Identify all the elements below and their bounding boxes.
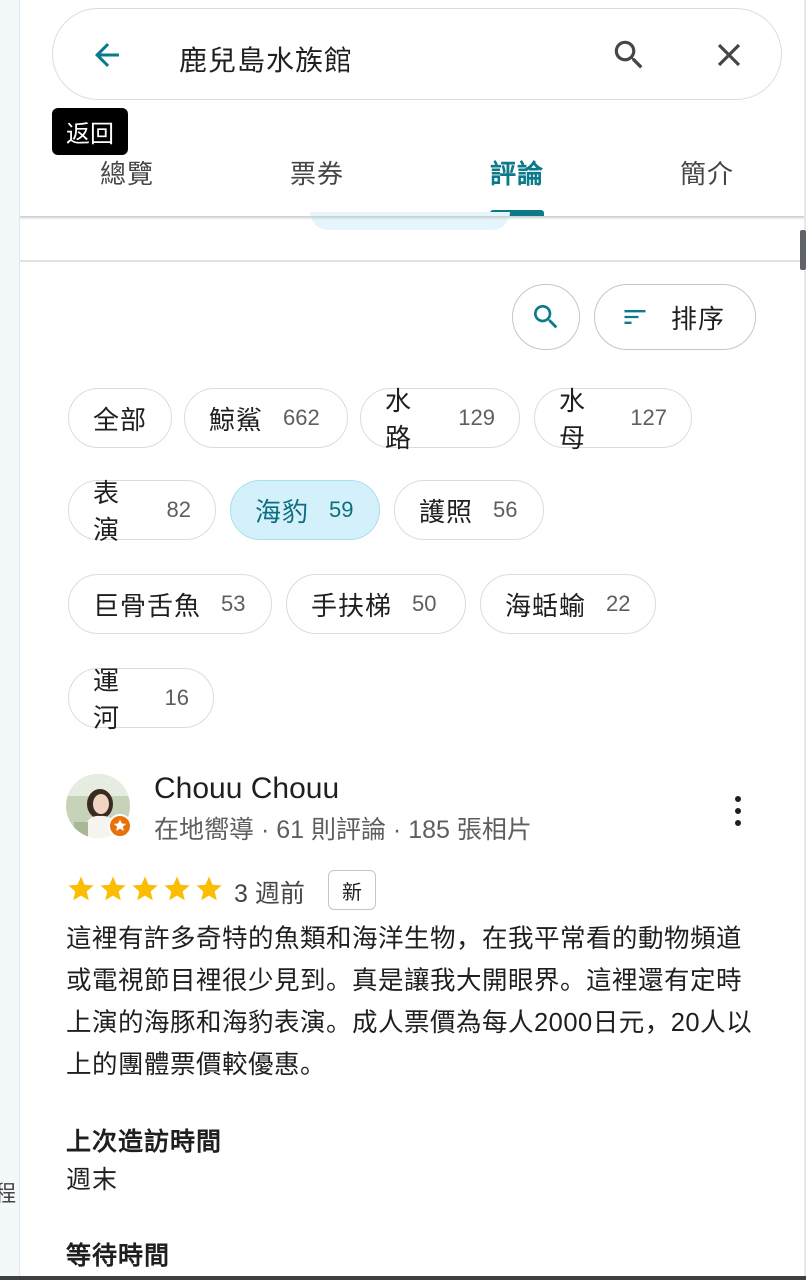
place-tabs: 總覽 票券 評論 簡介	[20, 140, 804, 218]
search-icon	[534, 305, 558, 329]
last-visit-heading: 上次造訪時間	[66, 1128, 223, 1156]
chip-label: 手扶梯	[311, 590, 393, 621]
more-vert-dot	[735, 820, 741, 826]
search-button[interactable]	[609, 35, 649, 75]
new-badge: 新	[328, 870, 376, 910]
chip-jellyfish[interactable]: 水母 127	[534, 386, 692, 453]
tab-reviews[interactable]: 評論	[490, 154, 544, 191]
wait-time-heading: 等待時間	[66, 1242, 171, 1270]
chip-shows[interactable]: 表演 82	[68, 478, 216, 545]
search-bar: 鹿兒島水族館	[52, 8, 782, 100]
section-divider	[20, 260, 804, 262]
chip-passport[interactable]: 護照 56	[394, 480, 544, 540]
chip-all[interactable]: 全部	[68, 388, 172, 448]
last-visit-value: 週末	[66, 1166, 119, 1194]
tabs-shadow	[20, 216, 804, 220]
more-vert-dot	[735, 808, 741, 814]
chip-canal[interactable]: 運河 16	[68, 666, 214, 733]
chip-count: 59	[329, 497, 354, 522]
star-icon	[164, 876, 190, 901]
tab-overview[interactable]: 總覽	[100, 154, 154, 191]
review-more-options-button[interactable]	[726, 794, 750, 828]
chip-count: 22	[606, 591, 631, 616]
chip-arapaima[interactable]: 巨骨舌魚 53	[68, 574, 272, 634]
chip-count: 53	[221, 591, 246, 616]
sort-label: 排序	[671, 303, 726, 334]
chip-count: 662	[283, 405, 320, 430]
clear-search-button[interactable]	[709, 35, 749, 75]
more-vert-icon	[735, 796, 741, 802]
chip-count: 129	[458, 405, 495, 430]
star-icon	[132, 876, 158, 901]
reviewer-name[interactable]: Chouu Chouu	[154, 772, 339, 806]
bottom-edge	[0, 1276, 806, 1280]
back-tooltip: 返回	[52, 108, 128, 155]
chip-whale-shark[interactable]: 鯨鯊 662	[184, 388, 348, 448]
chip-label: 全部	[93, 404, 148, 435]
side-panel-strip: 程	[0, 0, 20, 1280]
chip-label: 水母	[559, 386, 587, 453]
review-time: 3 週前	[234, 880, 305, 908]
chip-label: 海蛞蝓	[505, 590, 587, 621]
chip-sea-slug[interactable]: 海蛞蝓 22	[480, 574, 656, 634]
search-input[interactable]: 鹿兒島水族館	[179, 39, 353, 79]
chip-count: 82	[166, 497, 191, 522]
chip-label: 海豹	[255, 496, 310, 527]
chip-count: 50	[412, 591, 437, 616]
star-icon	[100, 876, 126, 901]
reviewer-meta: 在地嚮導 · 61 則評論 · 185 張相片	[154, 816, 532, 844]
chip-count: 16	[164, 685, 189, 710]
chip-label: 運河	[93, 666, 121, 733]
chip-label: 鯨鯊	[209, 404, 264, 435]
arrow-left-icon	[95, 43, 119, 67]
star-icon	[68, 876, 94, 901]
chip-label: 巨骨舌魚	[93, 590, 202, 621]
star-icon	[196, 876, 222, 901]
tab-tickets[interactable]: 票券	[290, 154, 344, 191]
chip-seal[interactable]: 海豹 59	[230, 480, 380, 540]
place-panel: 鹿兒島水族館 返回 總覽 票券 評論 簡介 排序 全部 鯨鯊 662 水路 12…	[20, 0, 804, 1280]
tab-about[interactable]: 簡介	[680, 154, 734, 191]
chip-count: 56	[493, 497, 518, 522]
sort-button[interactable]: 排序	[594, 284, 756, 350]
sort-icon	[624, 310, 646, 324]
search-reviews-button[interactable]	[512, 284, 580, 350]
side-panel-text: 程	[0, 1181, 17, 1206]
chip-count: 127	[630, 405, 667, 430]
hidden-chip-peek	[310, 212, 510, 230]
chip-label: 護照	[419, 496, 474, 527]
star-rating	[66, 874, 224, 904]
scrollbar-thumb[interactable]	[800, 230, 806, 270]
chip-label: 表演	[93, 478, 121, 545]
chip-waterway[interactable]: 水路 129	[360, 386, 520, 453]
back-button[interactable]	[87, 35, 127, 75]
chip-escalator[interactable]: 手扶梯 50	[286, 574, 466, 634]
search-icon	[614, 40, 643, 69]
local-guide-badge-icon	[108, 814, 132, 838]
chip-label: 水路	[385, 386, 413, 453]
review-text: 這裡有許多奇特的魚類和海洋生物，在我平常看的動物頻道或電視節目裡很少見到。真是讓…	[66, 925, 753, 1079]
close-icon	[717, 43, 741, 67]
reviewer-avatar[interactable]	[66, 774, 132, 838]
